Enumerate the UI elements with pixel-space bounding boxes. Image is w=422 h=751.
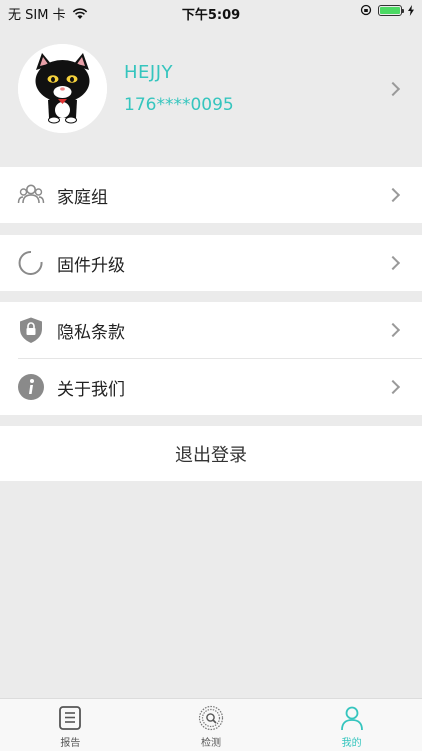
phone-number: 176****0095 [124,95,234,115]
info-icon [18,374,44,400]
clock: 下午5:09 [181,8,241,23]
menu-item-about-us[interactable]: 关于我们 [0,359,422,415]
menu-item-firmware-upgrade[interactable]: 固件升级 [0,235,422,291]
tab-label: 我的 [341,738,362,749]
info-section: 隐私条款 关于我们 [0,302,422,415]
menu-item-label: 关于我们 [57,380,125,400]
chevron-right-icon [385,379,401,395]
chevron-right-icon [385,81,401,97]
battery-icon [378,4,404,16]
chevron-right-icon [385,255,401,271]
rotation-lock-icon [360,4,372,16]
menu-item-family-group[interactable]: 家庭组 [0,167,422,223]
tab-detect[interactable]: 检测 [141,699,282,751]
profile-header[interactable]: HEJJY 176****0095 [0,24,422,167]
menu-item-label: 家庭组 [57,188,108,208]
scan-icon [198,705,224,731]
tab-bar: 报告 检测 我的 [0,698,422,751]
tab-report[interactable]: 报告 [0,699,141,751]
username: HEJJY [124,62,174,83]
menu-item-privacy-policy[interactable]: 隐私条款 [0,302,422,358]
menu-item-label: 隐私条款 [57,323,125,343]
refresh-icon [18,250,43,275]
user-icon [340,706,363,731]
chevron-right-icon [385,322,401,338]
menu-item-label: 固件升级 [57,256,125,276]
status-bar: 无 SIM 卡 下午5:09 [0,0,422,24]
avatar[interactable] [18,44,107,133]
tab-mine[interactable]: 我的 [281,699,422,751]
report-icon [59,706,82,730]
tab-label: 检测 [201,738,221,749]
firmware-section: 固件升级 [0,235,422,291]
tab-label: 报告 [60,738,81,749]
family-group-section: 家庭组 [0,167,422,223]
chevron-right-icon [385,187,401,203]
logout-button[interactable]: 退出登录 [0,426,422,481]
cat-avatar-icon [18,44,107,133]
shield-lock-icon [20,317,42,343]
charging-icon [408,4,414,16]
family-group-icon [17,184,45,204]
